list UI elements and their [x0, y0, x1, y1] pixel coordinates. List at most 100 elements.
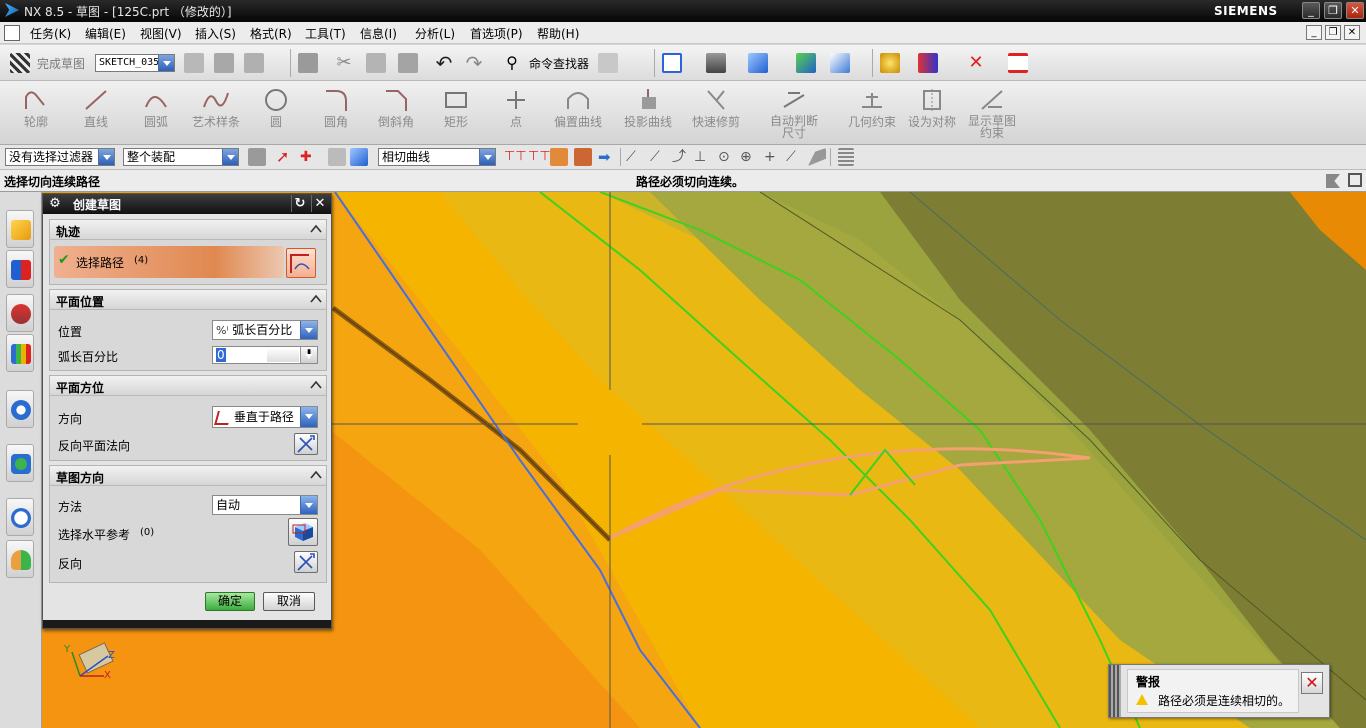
chevron-up-icon[interactable]: [310, 293, 322, 305]
filter-settings-icon[interactable]: [248, 148, 266, 166]
reset-icon[interactable]: ↻: [291, 195, 308, 212]
wcs-dynamics-icon[interactable]: [796, 53, 816, 73]
fullscreen-icon[interactable]: [1348, 173, 1362, 187]
history-tab[interactable]: [6, 498, 34, 536]
snap-control-icon[interactable]: ⤴: [672, 148, 690, 166]
chevron-down-icon[interactable]: [300, 407, 317, 427]
menu-analysis[interactable]: 分析(L): [415, 25, 455, 42]
web-browser-tab[interactable]: [6, 444, 34, 482]
app-menu-icon[interactable]: [4, 25, 20, 41]
select-arrow-icon[interactable]: ➚: [276, 148, 294, 166]
snap-endpoint-icon[interactable]: ⟋: [626, 148, 644, 166]
finish-sketch-flag-icon[interactable]: [10, 53, 30, 73]
ribbon-offset-curve[interactable]: 偏置曲线: [550, 85, 606, 141]
finish-sketch-label[interactable]: 完成草图: [37, 55, 85, 72]
close-window-button[interactable]: ✕: [1346, 2, 1364, 19]
menu-edit[interactable]: 编辑(E): [85, 25, 126, 42]
ribbon-circle[interactable]: 圆: [248, 85, 304, 141]
part-navigator-tab[interactable]: [6, 294, 34, 332]
deselect-icon[interactable]: ✚: [300, 148, 318, 166]
chevron-up-icon[interactable]: [310, 379, 322, 391]
hd3d-tools-tab[interactable]: [6, 390, 34, 428]
sketch-orientation-header[interactable]: 草图方向: [50, 466, 326, 486]
layer-icon[interactable]: [838, 148, 854, 166]
doc-close-button[interactable]: ✕: [1344, 25, 1360, 40]
roles-tab[interactable]: [6, 540, 34, 578]
reuse-library-tab[interactable]: [6, 334, 34, 372]
chevron-up-icon[interactable]: [310, 469, 322, 481]
minimize-button[interactable]: _: [1302, 2, 1320, 19]
restore-button[interactable]: ❐: [1324, 2, 1342, 19]
update-model-icon[interactable]: [244, 53, 264, 73]
forward-icon[interactable]: ➡: [598, 148, 616, 166]
cancel-button[interactable]: 取消: [263, 592, 315, 611]
cut-icon[interactable]: ✂: [334, 53, 354, 73]
location-select[interactable]: %ⁱ 弧长百分比: [212, 320, 318, 340]
follow-fillet-icon[interactable]: ⊤⊤: [528, 148, 551, 166]
menu-view[interactable]: 视图(V): [140, 25, 182, 42]
snap-existing-point-icon[interactable]: +: [764, 148, 782, 166]
lightbulb-icon[interactable]: [880, 53, 900, 73]
select-curve-button[interactable]: [286, 248, 316, 278]
ribbon-inferred-dimension[interactable]: 自动判断尺寸: [766, 85, 822, 141]
method-select[interactable]: 自动: [212, 495, 318, 515]
close-icon[interactable]: ✕: [311, 195, 328, 212]
sketch-orient-view-icon[interactable]: [184, 53, 204, 73]
chevron-down-icon[interactable]: [98, 149, 114, 165]
ribbon-geometric-constraint[interactable]: 几何约束: [844, 85, 900, 141]
intersect-icon[interactable]: ✕: [966, 53, 986, 73]
chevron-down-icon[interactable]: [222, 149, 238, 165]
constraint-navigator-tab[interactable]: [6, 250, 34, 288]
menu-insert[interactable]: 插入(S): [195, 25, 236, 42]
plane-orientation-header[interactable]: 平面方位: [50, 376, 326, 396]
ribbon-fillet[interactable]: 圆角: [308, 85, 364, 141]
snap-intersection-icon[interactable]: ⊥: [694, 148, 712, 166]
menu-information[interactable]: 信息(I): [360, 25, 397, 42]
ribbon-chamfer[interactable]: 倒斜角: [368, 85, 424, 141]
save-icon[interactable]: [298, 53, 318, 73]
assembly-navigator-tab[interactable]: [6, 210, 34, 248]
gear-icon[interactable]: ⚙: [47, 196, 63, 212]
alert-close-button[interactable]: ✕: [1301, 672, 1323, 694]
wcs-origin-icon[interactable]: [830, 53, 850, 73]
ribbon-point[interactable]: 点: [488, 85, 544, 141]
chevron-up-icon[interactable]: [310, 223, 322, 235]
path-section-header[interactable]: 轨迹: [50, 220, 326, 240]
stop-at-intersection-icon[interactable]: ⊤⊤: [504, 148, 527, 166]
render-style-icon[interactable]: [706, 53, 726, 73]
paste-icon[interactable]: [398, 53, 418, 73]
chevron-down-icon[interactable]: [300, 321, 317, 339]
ribbon-project-curve[interactable]: 投影曲线: [620, 85, 676, 141]
reverse-normal-button[interactable]: [294, 433, 318, 455]
ribbon-show-constraints[interactable]: 显示草图约束: [964, 85, 1020, 141]
curve-rule-select[interactable]: 相切曲线: [378, 148, 496, 166]
drag-handle[interactable]: [1109, 665, 1121, 717]
sketch-name-select[interactable]: SKETCH_035: [95, 54, 175, 72]
undo-icon[interactable]: ↶: [434, 53, 454, 73]
menu-preferences[interactable]: 首选项(P): [470, 25, 523, 42]
snap-midpoint-icon[interactable]: ⟋: [650, 148, 668, 166]
copy-icon[interactable]: [366, 53, 386, 73]
menu-format[interactable]: 格式(R): [250, 25, 292, 42]
selection-tool-icon[interactable]: [598, 53, 618, 73]
select-feature-icon[interactable]: [350, 148, 368, 166]
snap-point-icon[interactable]: [918, 53, 938, 73]
ribbon-profile[interactable]: 轮廓: [8, 85, 64, 141]
dialog-title-bar[interactable]: ⚙ 创建草图 ↻ ✕: [43, 194, 331, 214]
snap-quadrant-icon[interactable]: ⊕: [740, 148, 758, 166]
reattach-icon[interactable]: [214, 53, 234, 73]
arc-percent-input[interactable]: 0 ⬇: [212, 346, 318, 364]
path-icon[interactable]: [574, 148, 592, 166]
doc-minimize-button[interactable]: _: [1306, 25, 1322, 40]
ribbon-make-symmetric[interactable]: 设为对称: [904, 85, 960, 141]
chain-icon[interactable]: [550, 148, 568, 166]
snap-on-curve-icon[interactable]: ⟋: [786, 148, 804, 166]
select-path-row[interactable]: ✔ 选择路径 (4): [54, 246, 284, 278]
ribbon-rectangle[interactable]: 矩形: [428, 85, 484, 141]
orient-view-icon[interactable]: [748, 53, 768, 73]
measure-icon[interactable]: [1008, 53, 1028, 73]
direction-select[interactable]: 垂直于路径: [212, 406, 318, 428]
reverse-direction-button[interactable]: [294, 551, 318, 573]
menu-tools[interactable]: 工具(T): [305, 25, 346, 42]
type-filter-select[interactable]: 没有选择过滤器: [5, 148, 115, 166]
